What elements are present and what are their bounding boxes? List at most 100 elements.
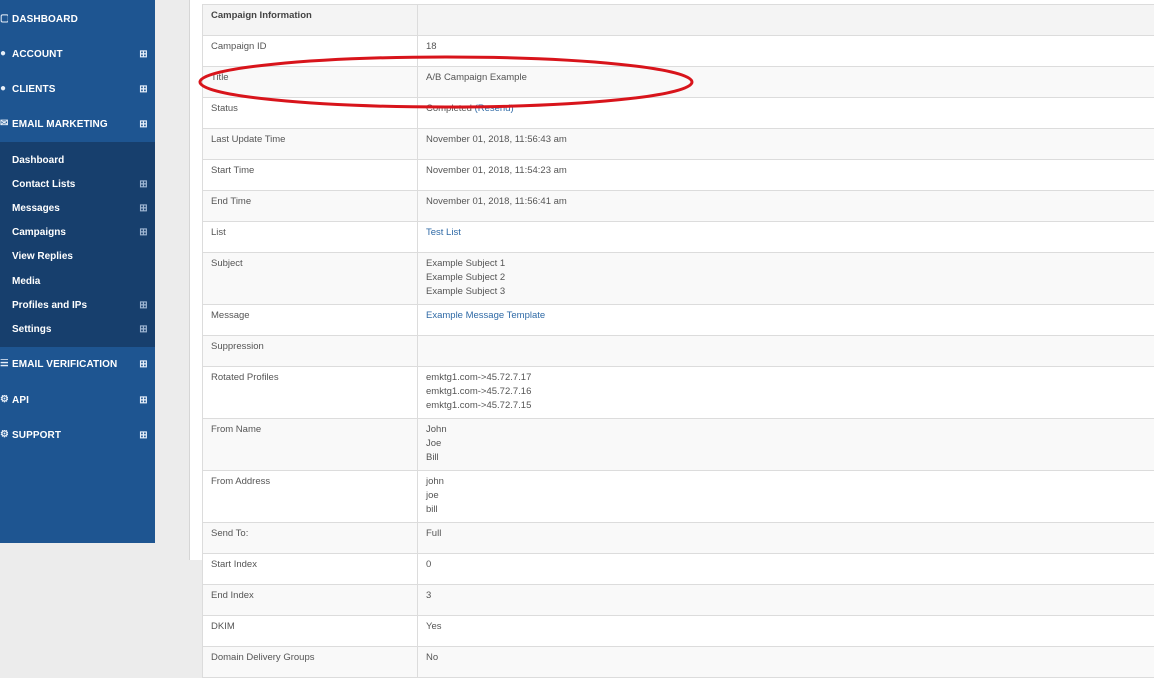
sub-view-replies[interactable]: View Replies [0, 245, 155, 267]
sub-label: Media [12, 276, 40, 287]
sub-label: Dashboard [12, 155, 64, 166]
table-header-row: Campaign Information [203, 5, 1154, 36]
sub-label: Campaigns [12, 227, 66, 238]
content-panel: Campaign Information Campaign ID 18 Titl… [189, 0, 1154, 560]
value-line: emktg1.com->45.72.7.16 [426, 385, 1153, 399]
row-label: End Index [203, 585, 418, 616]
table-row: Suppression [203, 336, 1154, 367]
row-label: Subject [203, 253, 418, 305]
nav-label: SUPPORT [12, 430, 61, 441]
table-row: DKIM Yes [203, 616, 1154, 647]
email-marketing-submenu: Dashboard Contact Lists ⊞ Messages ⊞ Cam… [0, 142, 155, 347]
row-label: DKIM [203, 616, 418, 647]
row-value: Full [418, 523, 1154, 554]
sub-label: Profiles and IPs [12, 300, 87, 311]
row-value: Test List [418, 222, 1154, 253]
nav-account[interactable]: ● ACCOUNT ⊞ [0, 40, 155, 68]
table-row: Campaign ID 18 [203, 36, 1154, 67]
nav-label: API [12, 395, 29, 406]
expand-icon[interactable]: ⊞ [139, 360, 148, 369]
envelope-icon: ✉ [0, 119, 8, 129]
sub-campaigns[interactable]: Campaigns ⊞ [0, 221, 155, 243]
sub-contact-lists[interactable]: Contact Lists ⊞ [0, 173, 155, 195]
value-line: emktg1.com->45.72.7.17 [426, 371, 1153, 385]
sub-dashboard[interactable]: Dashboard [0, 149, 155, 171]
resend-link[interactable]: (Resend) [475, 103, 514, 114]
row-value: 3 [418, 585, 1154, 616]
sidebar: ▢ DASHBOARD ● ACCOUNT ⊞ ● CLIENTS ⊞ ✉ EM… [0, 0, 155, 543]
row-value: No [418, 647, 1154, 678]
list-link[interactable]: Test List [426, 227, 461, 238]
table-header: Campaign Information [203, 5, 418, 36]
row-label: Rotated Profiles [203, 367, 418, 419]
value-line: Example Subject 2 [426, 271, 1153, 285]
row-label: Suppression [203, 336, 418, 367]
row-label: Domain Delivery Groups [203, 647, 418, 678]
table-row: End Index 3 [203, 585, 1154, 616]
nav-api[interactable]: ⚙ API ⊞ [0, 386, 155, 414]
nav-label: EMAIL VERIFICATION [12, 359, 117, 370]
row-value: A/B Campaign Example [418, 67, 1154, 98]
status-value: Completed [426, 103, 472, 114]
table-row: From Address john joe bill [203, 471, 1154, 523]
table-row: Start Index 0 [203, 554, 1154, 585]
table-row: Send To: Full [203, 523, 1154, 554]
expand-icon[interactable]: ⊞ [139, 204, 148, 213]
table-row: From Name John Joe Bill [203, 419, 1154, 471]
table-row: List Test List [203, 222, 1154, 253]
sub-label: Settings [12, 324, 51, 335]
row-label: Send To: [203, 523, 418, 554]
sub-label: Messages [12, 203, 60, 214]
nav-dashboard[interactable]: ▢ DASHBOARD [0, 5, 155, 33]
expand-icon[interactable]: ⊞ [139, 431, 148, 440]
users-icon: ● [0, 84, 8, 94]
row-label: List [203, 222, 418, 253]
message-template-link[interactable]: Example Message Template [426, 310, 545, 321]
value-line: emktg1.com->45.72.7.15 [426, 399, 1153, 413]
expand-icon[interactable]: ⊞ [139, 301, 148, 310]
main-content: Campaign Information Campaign ID 18 Titl… [155, 0, 1154, 543]
nav-label: DASHBOARD [12, 14, 78, 25]
expand-icon[interactable]: ⊞ [139, 228, 148, 237]
sub-label: View Replies [12, 251, 73, 262]
nav-email-verification[interactable]: ☰ EMAIL VERIFICATION ⊞ [0, 350, 155, 378]
row-value: Yes [418, 616, 1154, 647]
table-row: Rotated Profiles emktg1.com->45.72.7.17 … [203, 367, 1154, 419]
row-label: Start Time [203, 160, 418, 191]
value-line: bill [426, 503, 1153, 517]
value-line: Example Subject 3 [426, 285, 1153, 299]
table-row: Title A/B Campaign Example [203, 67, 1154, 98]
expand-icon[interactable]: ⊞ [139, 85, 148, 94]
value-line: john [426, 475, 1153, 489]
sub-messages[interactable]: Messages ⊞ [0, 197, 155, 219]
row-label: From Address [203, 471, 418, 523]
expand-icon[interactable]: ⊞ [139, 325, 148, 334]
monitor-icon: ▢ [0, 14, 8, 24]
row-value: Completed (Resend) [418, 98, 1154, 129]
table-row: End Time November 01, 2018, 11:56:41 am [203, 191, 1154, 222]
nav-support[interactable]: ⚙ SUPPORT ⊞ [0, 421, 155, 449]
value-line: Joe [426, 437, 1153, 451]
row-label: Message [203, 305, 418, 336]
sub-media[interactable]: Media [0, 270, 155, 292]
nav-email-marketing[interactable]: ✉ EMAIL MARKETING ⊞ [0, 110, 155, 138]
row-value: November 01, 2018, 11:56:41 am [418, 191, 1154, 222]
value-line: Bill [426, 451, 1153, 465]
expand-icon[interactable]: ⊞ [139, 180, 148, 189]
sub-settings[interactable]: Settings ⊞ [0, 318, 155, 340]
table-row: Subject Example Subject 1 Example Subjec… [203, 253, 1154, 305]
expand-icon[interactable]: ⊞ [139, 396, 148, 405]
table-row: Domain Delivery Groups No [203, 647, 1154, 678]
row-label: Start Index [203, 554, 418, 585]
sub-profiles-and-ips[interactable]: Profiles and IPs ⊞ [0, 294, 155, 316]
expand-icon[interactable]: ⊞ [139, 50, 148, 59]
nav-clients[interactable]: ● CLIENTS ⊞ [0, 75, 155, 103]
checklist-icon: ☰ [0, 359, 8, 369]
row-label: Last Update Time [203, 129, 418, 160]
campaign-info-table: Campaign Information Campaign ID 18 Titl… [202, 4, 1154, 678]
value-line: Example Subject 1 [426, 257, 1153, 271]
row-value: john joe bill [418, 471, 1154, 523]
row-label: Title [203, 67, 418, 98]
row-value: Example Subject 1 Example Subject 2 Exam… [418, 253, 1154, 305]
expand-icon[interactable]: ⊞ [139, 120, 148, 129]
